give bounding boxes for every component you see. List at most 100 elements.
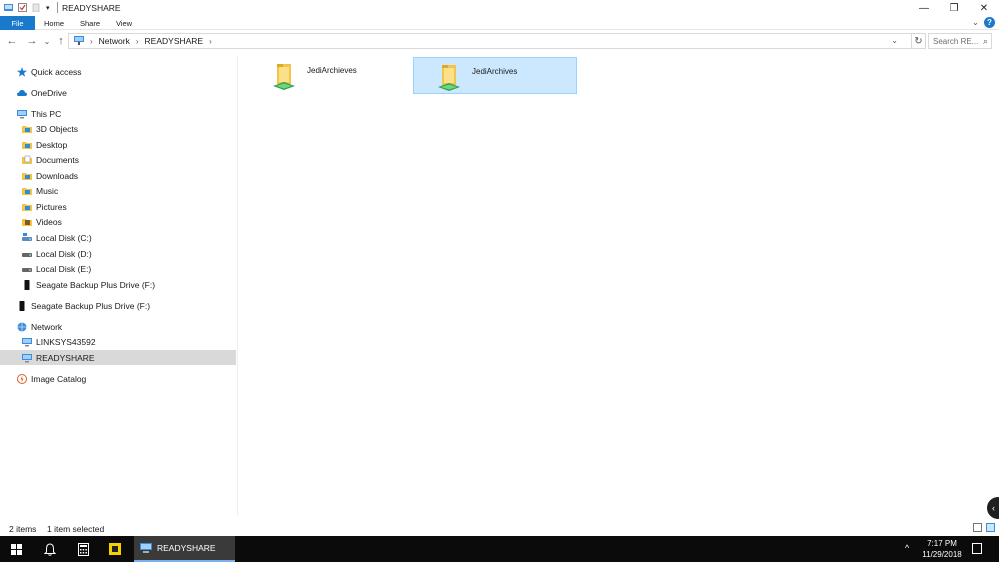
large-icons-view-button[interactable]	[986, 523, 995, 532]
customize-qat-icon[interactable]: ▾	[46, 4, 50, 12]
address-bar[interactable]: › Network › READYSHARE › ⌄	[68, 33, 912, 49]
tab-share[interactable]: Share	[76, 16, 104, 30]
recent-locations-button[interactable]: ⌄	[40, 34, 54, 48]
taskbar-file-explorer-readyshare[interactable]: READYSHARE	[134, 536, 235, 562]
nav-item-label: Music	[36, 185, 59, 196]
nav-item-label: Desktop	[36, 139, 68, 150]
nav-item-label: OneDrive	[31, 87, 67, 98]
folder-tile-selected[interactable]: JediArchives	[413, 57, 577, 94]
breadcrumb-network[interactable]: Network	[99, 36, 130, 46]
breadcrumb-separator[interactable]: ›	[209, 37, 212, 46]
nav-item-label: READYSHARE	[36, 352, 95, 363]
nav-music[interactable]: Music	[0, 183, 236, 198]
folder-name: JediArchives	[472, 67, 518, 76]
forward-button[interactable]: →	[25, 34, 39, 48]
nav-pictures[interactable]: Pictures	[0, 199, 236, 214]
floating-action-button[interactable]: ‹	[987, 497, 999, 519]
nav-local-disk-c[interactable]: Local Disk (C:)	[0, 230, 236, 245]
nav-linksys43592[interactable]: LINKSYS43592	[0, 334, 236, 349]
network-computer-icon	[22, 353, 32, 363]
image-catalog-icon	[17, 373, 27, 384]
nav-item-label: Videos	[36, 216, 62, 227]
start-button[interactable]	[5, 536, 27, 562]
network-location-icon	[74, 35, 84, 47]
address-dropdown-icon[interactable]: ⌄	[891, 36, 898, 45]
show-hidden-icons-button[interactable]: ^	[905, 543, 909, 553]
nav-seagate-drive-pc[interactable]: Seagate Backup Plus Drive (F:)	[0, 277, 236, 292]
cube-icon	[22, 124, 32, 134]
nav-network[interactable]: Network	[0, 319, 236, 334]
back-button[interactable]: ←	[5, 34, 19, 48]
nav-item-label: Local Disk (E:)	[36, 263, 92, 274]
nav-quick-access[interactable]: Quick access	[0, 64, 236, 79]
nav-local-disk-e[interactable]: Local Disk (E:)	[0, 261, 236, 276]
nav-item-label: Pictures	[36, 201, 67, 212]
folder-tile[interactable]: JediArchieves	[250, 57, 414, 94]
computer-icon	[17, 109, 27, 119]
nav-item-label: Local Disk (C:)	[36, 232, 92, 243]
breadcrumb-separator[interactable]: ›	[90, 37, 93, 46]
nav-3d-objects[interactable]: 3D Objects	[0, 121, 236, 136]
download-icon	[22, 171, 32, 181]
usb-drive-icon	[17, 300, 27, 311]
action-center-icon[interactable]	[972, 543, 982, 554]
tab-home[interactable]: Home	[40, 16, 68, 30]
sticky-notes-icon[interactable]	[104, 536, 126, 562]
taskbar-app-label: READYSHARE	[157, 543, 216, 553]
quick-access-toolbar: ▾	[4, 2, 60, 13]
nav-image-catalog[interactable]: Image Catalog	[0, 371, 236, 386]
selection-count: 1 item selected	[47, 524, 105, 534]
nav-readyshare[interactable]: READYSHARE	[0, 350, 236, 365]
videos-icon	[22, 217, 32, 227]
search-input[interactable]: Search RE... ⌕	[928, 33, 992, 49]
maximize-button[interactable]: ❐	[939, 0, 969, 16]
nav-downloads[interactable]: Downloads	[0, 168, 236, 183]
search-placeholder: Search RE...	[933, 36, 979, 46]
properties-icon[interactable]	[18, 3, 27, 12]
nav-item-label: Network	[31, 321, 63, 332]
nav-documents[interactable]: Documents	[0, 152, 236, 167]
tab-view[interactable]: View	[110, 16, 138, 30]
nav-onedrive[interactable]: OneDrive	[0, 85, 236, 100]
navigation-pane: Quick access OneDrive This PC 3D Objects Des…	[0, 56, 236, 516]
nav-item-label: Seagate Backup Plus Drive (F:)	[31, 300, 151, 311]
close-button[interactable]: ✕	[969, 0, 999, 16]
tab-file[interactable]: File	[0, 16, 35, 30]
help-icon[interactable]: ?	[984, 17, 995, 28]
nav-desktop[interactable]: Desktop	[0, 137, 236, 152]
taskbar: READYSHARE ^ 7:17 PM 11/29/2018	[0, 536, 999, 562]
star-icon	[17, 66, 27, 77]
network-computer-icon	[140, 543, 152, 553]
minimize-button[interactable]: —	[909, 0, 939, 16]
item-count: 2 items	[9, 524, 37, 534]
ribbon-tabs: File Home Share View ⌄ ?	[0, 16, 999, 30]
usb-drive-icon	[22, 279, 32, 290]
refresh-button[interactable]: ↻	[912, 33, 926, 49]
drive-icon	[22, 264, 32, 274]
network-icon	[17, 322, 27, 332]
breadcrumb-separator[interactable]: ›	[136, 37, 139, 46]
taskbar-clock[interactable]: 7:17 PM 11/29/2018	[918, 538, 966, 560]
nav-item-label: LINKSYS43592	[36, 336, 96, 347]
search-icon: ⌕	[982, 35, 988, 46]
nav-videos[interactable]: Videos	[0, 214, 236, 229]
nav-local-disk-d[interactable]: Local Disk (D:)	[0, 246, 236, 261]
details-view-button[interactable]	[973, 523, 982, 532]
nav-item-label: Documents	[36, 154, 79, 165]
drive-icon	[22, 249, 32, 259]
bell-icon[interactable]	[39, 536, 61, 562]
pane-splitter[interactable]	[237, 56, 238, 516]
nav-item-label: Local Disk (D:)	[36, 248, 92, 259]
nav-item-label: Image Catalog	[31, 373, 87, 384]
pictures-icon	[22, 202, 32, 212]
calculator-icon[interactable]	[72, 536, 94, 562]
breadcrumb-readyshare[interactable]: READYSHARE	[145, 36, 204, 46]
clock-time: 7:17 PM	[927, 539, 957, 548]
nav-seagate-drive[interactable]: Seagate Backup Plus Drive (F:)	[0, 298, 236, 313]
up-button[interactable]: ↑	[54, 34, 68, 48]
new-folder-icon[interactable]	[32, 3, 41, 13]
expand-ribbon-icon[interactable]: ⌄	[972, 17, 979, 28]
title-bar: ▾ READYSHARE — ❐ ✕	[0, 0, 999, 16]
nav-this-pc[interactable]: This PC	[0, 106, 236, 121]
explorer-window-icon	[4, 3, 13, 12]
